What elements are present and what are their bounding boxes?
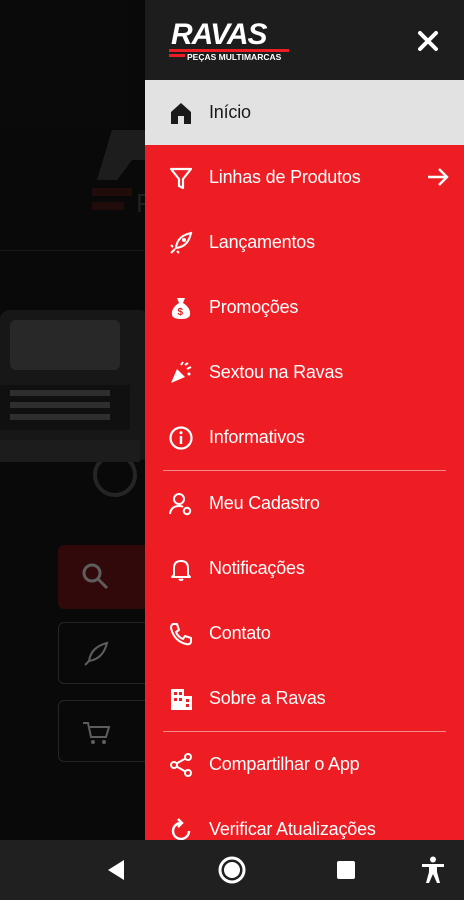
navigation-drawer: RAVAS PEÇAS MULTIMARCAS Início Linhas de… — [145, 0, 464, 840]
menu-item-contato[interactable]: Contato — [145, 601, 464, 666]
svg-text:PEÇAS MULTIMARCAS: PEÇAS MULTIMARCAS — [187, 52, 282, 62]
menu-item-label: Início — [209, 102, 251, 122]
close-icon[interactable] — [411, 24, 445, 58]
menu-item-verificar-atualizacoes[interactable]: Verificar Atualizações — [145, 797, 464, 840]
menu-item-label: Meu Cadastro — [209, 493, 320, 513]
menu-item-label: Notificações — [209, 558, 305, 578]
menu-item-lancamentos[interactable]: Lançamentos — [145, 210, 464, 275]
menu-item-linhas-de-produtos[interactable]: Linhas de Produtos — [145, 145, 464, 210]
phone-icon — [167, 620, 195, 648]
menu-item-label: Linhas de Produtos — [209, 167, 361, 187]
menu-item-compartilhar-o-app[interactable]: Compartilhar o App — [145, 732, 464, 797]
menu-item-label: Promoções — [209, 297, 299, 317]
menu-item-label: Verificar Atualizações — [209, 819, 376, 839]
home-icon — [167, 99, 195, 127]
menu-item-informativos[interactable]: Informativos — [145, 405, 464, 470]
menu-item-sextou-na-ravas[interactable]: Sextou na Ravas — [145, 340, 464, 405]
info-icon — [167, 424, 195, 452]
accessibility-icon[interactable] — [418, 855, 448, 885]
user-settings-icon — [167, 490, 195, 518]
menu-item-notificacoes[interactable]: Notificações — [145, 536, 464, 601]
menu-item-label: Informativos — [209, 427, 305, 447]
back-icon[interactable] — [102, 855, 132, 885]
svg-text:$: $ — [178, 307, 184, 318]
arrow-right-icon[interactable] — [426, 165, 450, 189]
refresh-icon — [167, 816, 195, 841]
party-popper-icon — [167, 359, 195, 387]
filter-icon — [167, 164, 195, 192]
menu-item-meu-cadastro[interactable]: Meu Cadastro — [145, 471, 464, 536]
menu-item-inicio[interactable]: Início — [145, 80, 464, 145]
menu-item-label: Compartilhar o App — [209, 754, 360, 774]
ravas-logo: RAVAS PEÇAS MULTIMARCAS — [169, 18, 289, 62]
recents-icon[interactable] — [331, 855, 361, 885]
svg-text:RAVAS: RAVAS — [171, 18, 268, 51]
bell-icon — [167, 555, 195, 583]
menu-item-label: Sobre a Ravas — [209, 688, 326, 708]
menu-item-label: Sextou na Ravas — [209, 362, 344, 382]
menu-item-label: Contato — [209, 623, 271, 643]
drawer-header: RAVAS PEÇAS MULTIMARCAS — [145, 0, 464, 80]
money-bag-icon: $ — [167, 294, 195, 322]
menu-item-promocoes[interactable]: $ Promoções — [145, 275, 464, 340]
building-icon — [167, 685, 195, 713]
home-circle-icon[interactable] — [217, 855, 247, 885]
menu-item-sobre-a-ravas[interactable]: Sobre a Ravas — [145, 666, 464, 731]
system-navigation-bar — [0, 840, 464, 900]
menu-item-label: Lançamentos — [209, 232, 315, 252]
rocket-icon — [167, 229, 195, 257]
share-icon — [167, 751, 195, 779]
